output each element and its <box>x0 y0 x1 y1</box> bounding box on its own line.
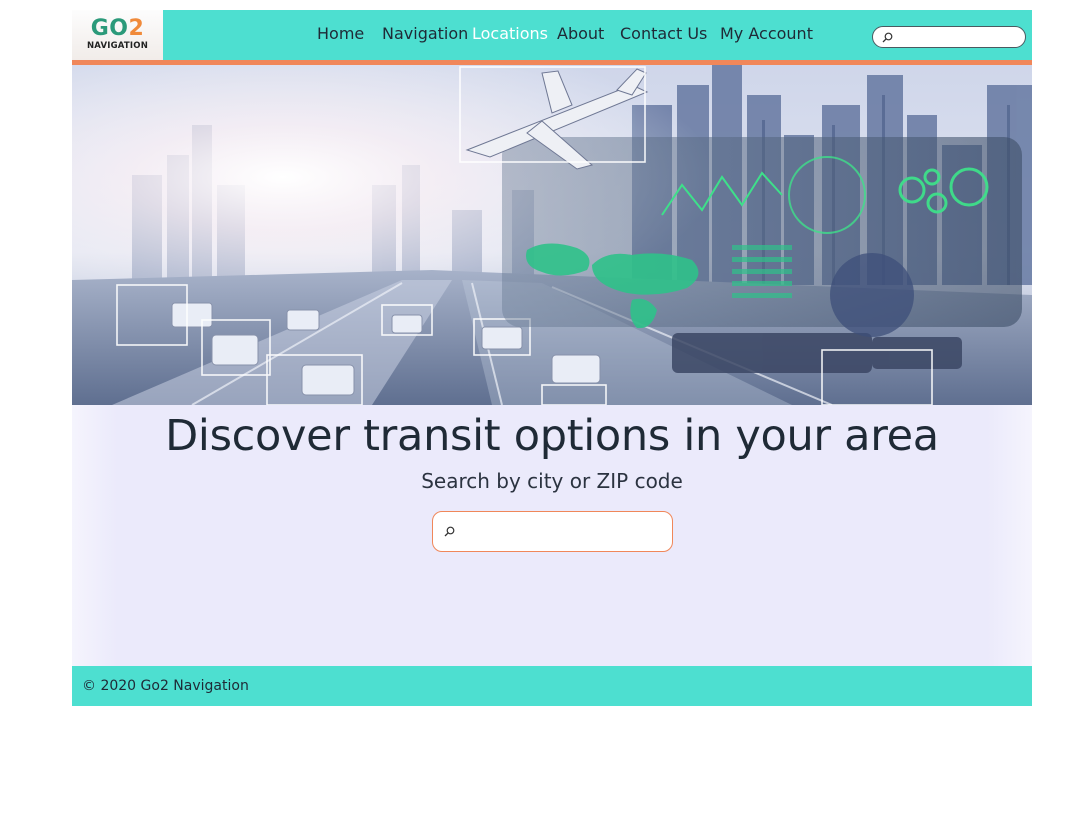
nav-my-account[interactable]: My Account <box>720 24 813 43</box>
search-icon <box>444 526 455 537</box>
nav-locations[interactable]: Locations <box>472 24 548 43</box>
page-subtitle: Search by city or ZIP code <box>421 469 683 493</box>
logo-mark-go: GO <box>90 16 129 41</box>
logo[interactable]: GO2 NAVIGATION <box>72 10 163 60</box>
page: GO2 NAVIGATION Home Navigation Locations… <box>72 10 1032 706</box>
nav-navigation[interactable]: Navigation <box>382 24 468 43</box>
hero-banner <box>72 65 1032 405</box>
logo-mark-two: 2 <box>128 16 145 41</box>
location-search[interactable] <box>432 511 673 552</box>
header-search[interactable] <box>872 26 1026 48</box>
header-search-input[interactable] <box>897 29 1019 45</box>
main-content: Discover transit options in your area Se… <box>72 405 1032 666</box>
site-header: GO2 NAVIGATION Home Navigation Locations… <box>72 10 1032 65</box>
copyright-text: © 2020 Go2 Navigation <box>82 678 249 694</box>
logo-mark: GO2 <box>91 18 145 40</box>
nav-home[interactable]: Home <box>317 24 364 43</box>
page-title: Discover transit options in your area <box>165 411 939 461</box>
location-search-input[interactable] <box>465 520 661 542</box>
logo-subtitle: NAVIGATION <box>86 41 149 51</box>
nav-about[interactable]: About <box>557 24 604 43</box>
nav-contact-us[interactable]: Contact Us <box>620 24 707 43</box>
hero-image <box>72 65 1032 405</box>
site-footer: © 2020 Go2 Navigation <box>72 666 1032 706</box>
search-icon <box>882 32 893 43</box>
